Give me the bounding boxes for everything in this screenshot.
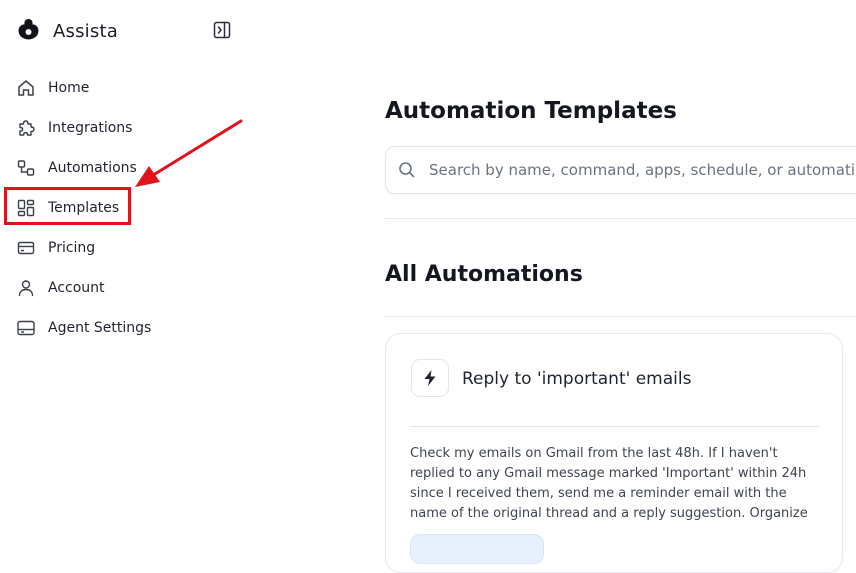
card-description: Check my emails on Gmail from the last 4…	[410, 446, 808, 521]
search-bar[interactable]	[385, 146, 856, 194]
divider	[410, 426, 820, 427]
automation-card[interactable]: Reply to 'important' emails Check my ema…	[385, 333, 843, 573]
divider	[385, 218, 856, 219]
lightning-bolt-icon	[411, 359, 449, 397]
sidebar-item-label: Agent Settings	[48, 320, 152, 336]
page-title: Automation Templates	[385, 98, 677, 124]
sidebar-item-label: Pricing	[48, 240, 96, 256]
search-icon	[397, 160, 417, 180]
card-title: Reply to 'important' emails	[462, 369, 692, 389]
sidebar-item-label: Account	[48, 280, 105, 296]
agent-settings-icon	[16, 318, 36, 338]
annotation-arrow-icon	[135, 119, 243, 187]
divider	[385, 316, 856, 317]
sidebar-item-account[interactable]: Account	[16, 274, 105, 302]
search-input[interactable]	[427, 160, 856, 180]
credit-card-icon	[16, 238, 36, 258]
card-app-chip[interactable]	[410, 534, 544, 564]
user-icon	[16, 278, 36, 298]
sidebar-item-pricing[interactable]: Pricing	[16, 234, 95, 262]
section-title: All Automations	[385, 262, 583, 287]
main-content: Automation Templates All Automations Rep…	[385, 0, 856, 573]
sidebar-item-agent-settings[interactable]: Agent Settings	[16, 314, 151, 342]
